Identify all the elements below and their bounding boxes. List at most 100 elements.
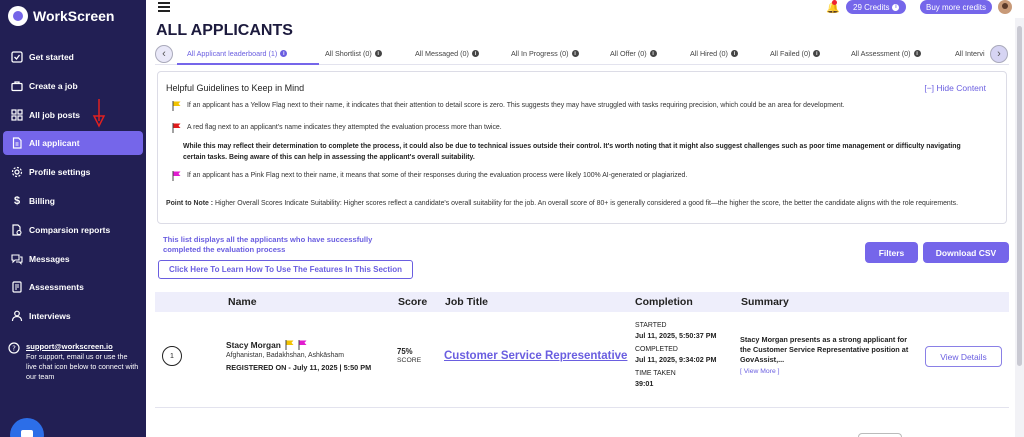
tab-label: All Offer (0) (610, 49, 647, 58)
hide-content-link[interactable]: [−] Hide Content (924, 83, 986, 93)
completed-value: Jul 11, 2025, 9:34:02 PM (635, 355, 717, 366)
pink-flag-icon (172, 171, 181, 181)
tab-label: All Messaged (0) (415, 49, 469, 58)
info-icon: i (471, 50, 479, 57)
app-logo[interactable]: WorkScreen (8, 6, 114, 26)
credits-label: 29 Credits (853, 2, 890, 12)
sidebar-item-all-job-posts[interactable]: All job posts (3, 103, 143, 127)
rank-badge: 1 (162, 346, 182, 366)
info-icon: i (280, 50, 288, 57)
tabs-next-chevron-icon[interactable]: › (990, 45, 1008, 63)
time-taken-value: 39:01 (635, 379, 653, 390)
sidebar-item-label: Assessments (29, 282, 84, 293)
support-email-link[interactable]: support@workscreen.io (26, 342, 140, 352)
time-taken: 39:01 (635, 379, 654, 388)
support-info: ? support@workscreen.io For support, ema… (8, 342, 140, 382)
avatar[interactable] (998, 0, 1012, 14)
tabs-prev-chevron-icon[interactable]: ‹ (155, 45, 173, 63)
checklist-icon (11, 51, 23, 63)
tab-label: All Failed (0) (770, 49, 811, 58)
view-more-link[interactable]: [ View More ] (740, 368, 780, 375)
list-description: This list displays all the applicants wh… (163, 235, 373, 254)
svg-text:?: ? (12, 345, 16, 353)
column-header-score: Score (398, 296, 428, 308)
sidebar-item-assessments[interactable]: Assessments (3, 275, 143, 299)
time-taken-label: TIME TAKEN (635, 370, 676, 377)
notification-dot (832, 0, 837, 5)
red-flag-icon (172, 123, 181, 133)
filters-button[interactable]: Filters (865, 242, 918, 263)
active-tab-indicator (177, 63, 319, 65)
sidebar-nav: Get started Create a job All job posts A… (3, 45, 143, 333)
help-icon: ? (8, 342, 20, 354)
tab-messaged[interactable]: All Messaged (0) i (415, 49, 479, 58)
support-text: For support, email us or use the live ch… (26, 352, 139, 381)
message-icon (11, 253, 23, 265)
credits-badge[interactable]: 29 Credits i (846, 0, 907, 14)
scrollbar-thumb[interactable] (1017, 26, 1022, 366)
sidebar-item-label: Comparsion reports (29, 224, 111, 235)
table-row: 1 Stacy Morgan Afghanistan, Badakhshan, … (155, 312, 1009, 404)
started-value: Jul 11, 2025, 5:50:37 PM (635, 331, 717, 342)
info-icon: i (730, 50, 738, 57)
point-text: Higher Overall Scores Indicate Suitabili… (215, 200, 959, 207)
started-label: STARTED (635, 322, 667, 329)
view-details-button[interactable]: View Details (925, 346, 1002, 367)
info-icon: i (571, 50, 579, 57)
candidate-name-text: Stacy Morgan (226, 340, 281, 350)
tab-hired[interactable]: All Hired (0) i (690, 49, 738, 58)
sidebar-item-profile-settings[interactable]: Profile settings (3, 160, 143, 184)
hamburger-menu-icon[interactable] (158, 2, 170, 12)
report-icon (11, 224, 23, 236)
guideline-text: If an applicant has a Yellow Flag next t… (187, 102, 845, 109)
download-csv-button[interactable]: Download CSV (923, 242, 1009, 263)
guidelines-panel: Helpful Guidelines to Keep in Mind [−] H… (157, 71, 1007, 224)
tab-offer[interactable]: All Offer (0) i (610, 49, 657, 58)
tab-in-progress[interactable]: All In Progress (0) i (511, 49, 579, 58)
sidebar-item-comparison-reports[interactable]: Comparsion reports (3, 218, 143, 242)
job-title-link[interactable]: Customer Service Representative (444, 350, 627, 362)
dollar-icon: $ (13, 194, 21, 207)
column-header-summary: Summary (741, 296, 789, 308)
score-value: 75% (397, 347, 413, 356)
person-icon (11, 310, 23, 322)
sidebar-item-create-job[interactable]: Create a job (3, 74, 143, 98)
tab-assessment[interactable]: All Assessment (0) i (851, 49, 921, 58)
app-name: WorkScreen (33, 8, 115, 24)
yellow-flag-icon (172, 101, 181, 111)
yellow-flag-guideline: If an applicant has a Yellow Flag next t… (172, 101, 992, 111)
guidelines-title: Helpful Guidelines to Keep in Mind (166, 83, 305, 93)
column-header-name: Name (228, 296, 257, 308)
started-time: Jul 11, 2025, 5:50:37 PM (635, 331, 717, 340)
tab-applicant-leaderboard[interactable]: All Applicant leaderboard (1) i (187, 49, 288, 58)
sidebar-item-messages[interactable]: Messages (3, 247, 143, 271)
tab-label: All In Progress (0) (511, 49, 569, 58)
tab-interview[interactable]: All Intervi (955, 49, 987, 58)
column-header-completion: Completion (635, 296, 693, 308)
candidate-name[interactable]: Stacy Morgan (226, 340, 307, 350)
info-icon: i (892, 3, 900, 11)
row-divider (155, 407, 1009, 408)
info-icon: i (913, 50, 921, 57)
sidebar-item-label: Profile settings (29, 167, 91, 178)
document-icon (11, 137, 23, 149)
tab-shortlist[interactable]: All Shortlist (0) i (325, 49, 382, 58)
sidebar-item-label: Interviews (29, 311, 71, 322)
sidebar-item-all-applicant[interactable]: All applicant (3, 131, 143, 156)
sidebar-item-interviews[interactable]: Interviews (3, 304, 143, 328)
red-flag-guideline: A red flag next to an applicant's name i… (172, 123, 992, 133)
completed-time: Jul 11, 2025, 9:34:02 PM (635, 355, 717, 364)
learn-features-button[interactable]: Click Here To Learn How To Use The Featu… (158, 260, 413, 279)
pagination-button[interactable] (858, 433, 902, 437)
tab-label: All Shortlist (0) (325, 49, 372, 58)
sidebar-item-billing[interactable]: $ Billing (3, 189, 143, 213)
completed-label: COMPLETED (635, 346, 678, 353)
tab-failed[interactable]: All Failed (0) i (770, 49, 821, 58)
live-chat-icon[interactable] (10, 418, 44, 437)
buy-credits-button[interactable]: Buy more credits (920, 0, 993, 14)
info-icon: i (374, 50, 382, 57)
sidebar-item-get-started[interactable]: Get started (3, 45, 143, 69)
guideline-text: A red flag next to an applicant's name i… (187, 124, 502, 131)
sidebar-item-label: Get started (29, 52, 74, 62)
yellow-flag-icon (285, 340, 294, 350)
